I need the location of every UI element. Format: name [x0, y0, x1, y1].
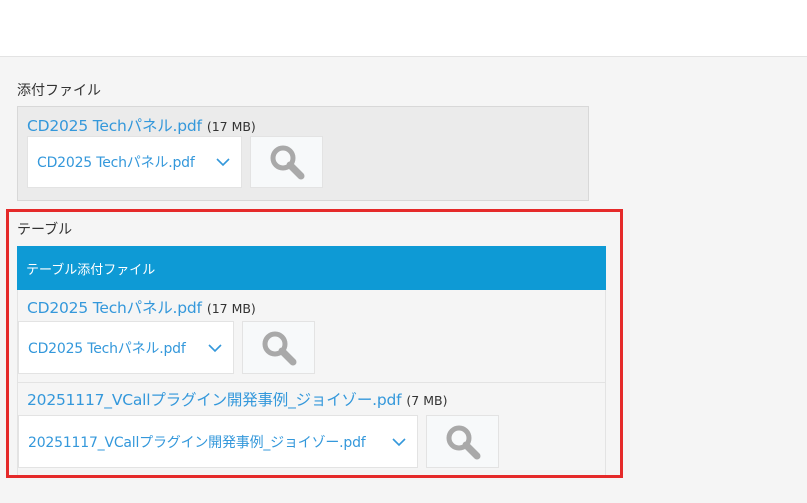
attachment-file-select[interactable]: CD2025 Techパネル.pdf — [27, 136, 242, 188]
search-icon — [262, 331, 296, 365]
table-field-label: テーブル — [17, 222, 73, 238]
attachment-file-size: (17 MB) — [206, 119, 256, 134]
row-preview-button[interactable] — [242, 321, 315, 374]
row-preview-button[interactable] — [426, 415, 499, 468]
top-bar — [0, 0, 807, 57]
attachment-file-select-value: CD2025 Techパネル.pdf — [37, 155, 195, 171]
table-column-header: テーブル添付ファイル — [17, 246, 606, 290]
row-file-line: 20251117_VCallプラグイン開発事例_ジョイゾー.pdf (7 MB) — [27, 388, 447, 410]
row-file-size: (7 MB) — [406, 393, 448, 408]
search-icon — [446, 425, 480, 459]
attachment-field: CD2025 Techパネル.pdf (17 MB) CD2025 Techパネ… — [17, 106, 589, 201]
row-file-select[interactable]: CD2025 Techパネル.pdf — [18, 321, 234, 374]
row-file-link[interactable]: CD2025 Techパネル.pdf — [27, 296, 202, 318]
chevron-down-icon — [208, 343, 222, 352]
attachment-file-line: CD2025 Techパネル.pdf (17 MB) — [27, 114, 256, 136]
chevron-down-icon — [392, 437, 406, 446]
row-file-size: (17 MB) — [206, 301, 256, 316]
search-icon — [270, 145, 304, 180]
chevron-down-icon — [216, 158, 230, 167]
attachment-file-link[interactable]: CD2025 Techパネル.pdf — [27, 114, 202, 136]
row-file-select[interactable]: 20251117_VCallプラグイン開発事例_ジョイゾー.pdf — [18, 415, 418, 468]
attachment-field-label: 添付ファイル — [17, 83, 101, 99]
attachment-preview-button[interactable] — [250, 136, 323, 188]
table-row: 20251117_VCallプラグイン開発事例_ジョイゾー.pdf (7 MB)… — [17, 383, 606, 475]
row-file-link[interactable]: 20251117_VCallプラグイン開発事例_ジョイゾー.pdf — [27, 388, 402, 410]
row-file-select-value: 20251117_VCallプラグイン開発事例_ジョイゾー.pdf — [28, 434, 366, 451]
table-row: CD2025 Techパネル.pdf (17 MB) CD2025 Techパネ… — [17, 290, 606, 383]
subtable: テーブル添付ファイル CD2025 Techパネル.pdf (17 MB) CD… — [17, 246, 606, 475]
row-file-line: CD2025 Techパネル.pdf (17 MB) — [27, 296, 256, 318]
row-file-select-value: CD2025 Techパネル.pdf — [28, 340, 186, 357]
